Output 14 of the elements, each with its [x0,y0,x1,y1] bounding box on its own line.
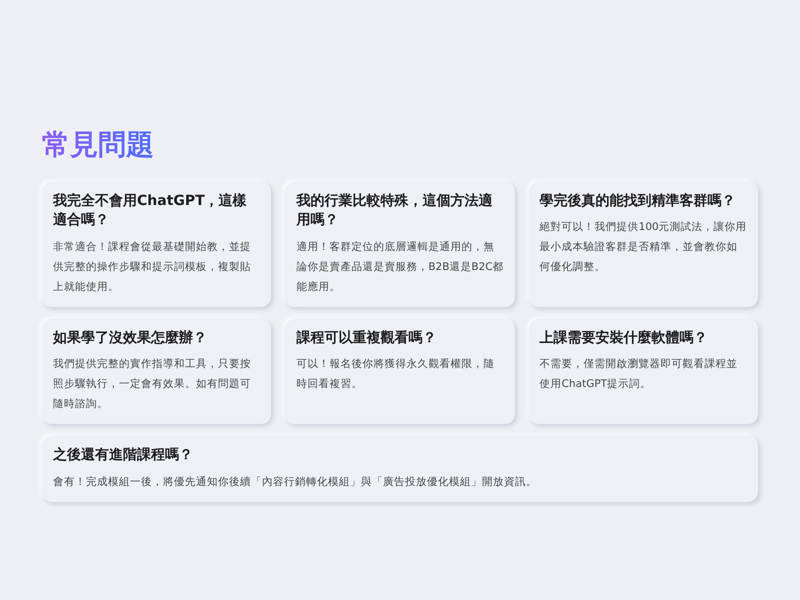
faq-answer: 我們提供完整的實作指導和工具，只要按照步驟執行，一定會有效果。如有問題可隨時諮詢。 [53,357,252,412]
faq-answer: 會有！完成模組一後，將優先通知你後續「內容行銷轉化模組」與「廣告投放優化模組」開放資訊。 [53,474,538,490]
faq-answer: 不需要，僅需開啟瀏覽器即可觀看課程並使用ChatGPT提示詞。 [540,357,739,392]
faq-question: 課程可以重複觀看嗎？ [296,328,438,348]
faq-answer: 絕對可以！我們提供100元測試法，讓你用最小成本驗證客群是否精準，並會教你如何優化調整。 [540,220,747,276]
faq-question: 如果學了沒效果怎麼辦？ [53,328,208,348]
faq-answer: 可以！報名後你將獲得永久觀看權限，隨時回看複習。 [296,357,496,392]
faq-answer: 非常適合！課程會從最基礎開始教，並提供完整的操作步驟和提示詞模板，複製貼上就能使用。 [53,240,252,295]
faq-question: 上課需要安裝什麼軟體嗎？ [540,328,709,348]
faq-question: 學完後真的能找到精準客群嗎？ [540,192,737,211]
faq-answer: 適用！客群定位的底層邏輯是通用的，無論你是賣產品還是賣服務，B2B還是B2C都能應用。 [296,240,504,295]
faq-question: 之後還有進階課程嗎？ [53,446,194,466]
faq-question: 我的行業比較特殊，這個方法適用嗎？ [296,192,494,230]
faq-question: 我完全不會用ChatGPT，這樣適合嗎？ [53,192,248,230]
